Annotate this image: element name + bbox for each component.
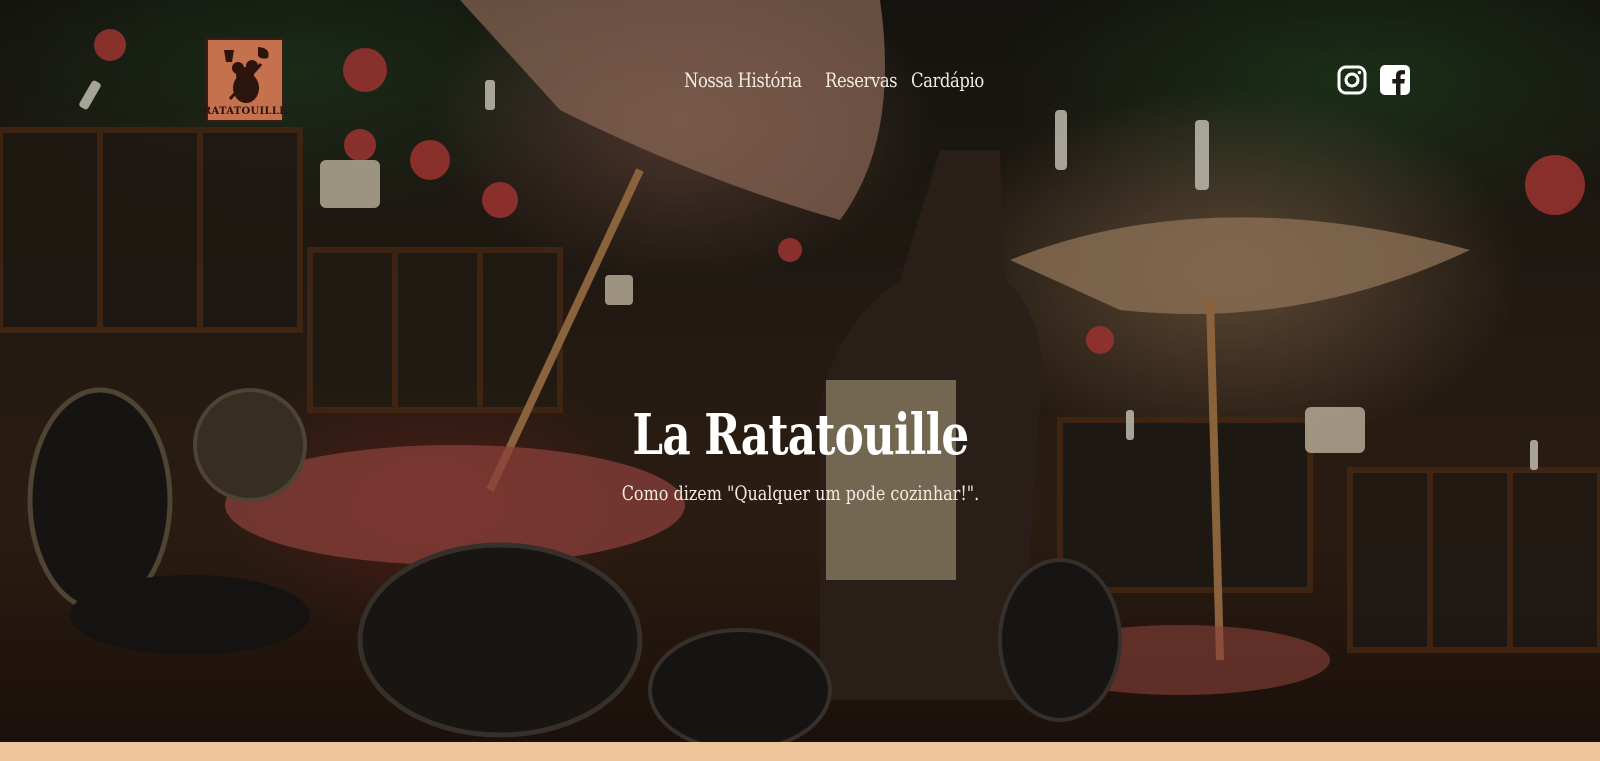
hero-subtitle-text: Como dizem "Qualquer um pode cozinhar!". <box>621 481 979 505</box>
nav-link-cardapio[interactable]: Cardápio <box>911 68 984 92</box>
facebook-link[interactable] <box>1380 65 1410 95</box>
hero-subtitle: Como dizem "Qualquer um pode cozinhar!". <box>0 481 1600 505</box>
instagram-link[interactable] <box>1337 65 1367 95</box>
main-navigation: Nossa História Reservas Cardápio <box>684 68 985 92</box>
bottom-color-band <box>0 742 1600 761</box>
restaurant-logo[interactable]: RATATOUILLE <box>202 38 288 122</box>
facebook-icon <box>1380 65 1410 95</box>
nav-link-nossa-historia[interactable]: Nossa História <box>684 68 802 92</box>
hero-title: La Ratatouille <box>0 402 1600 468</box>
social-links <box>1337 65 1410 95</box>
instagram-icon <box>1337 65 1367 95</box>
chef-rat-icon <box>224 47 269 103</box>
nav-link-reservas[interactable]: Reservas <box>825 68 898 92</box>
hero-title-text: La Ratatouille <box>631 402 969 468</box>
logo-text: RATATOUILLE <box>202 106 288 117</box>
